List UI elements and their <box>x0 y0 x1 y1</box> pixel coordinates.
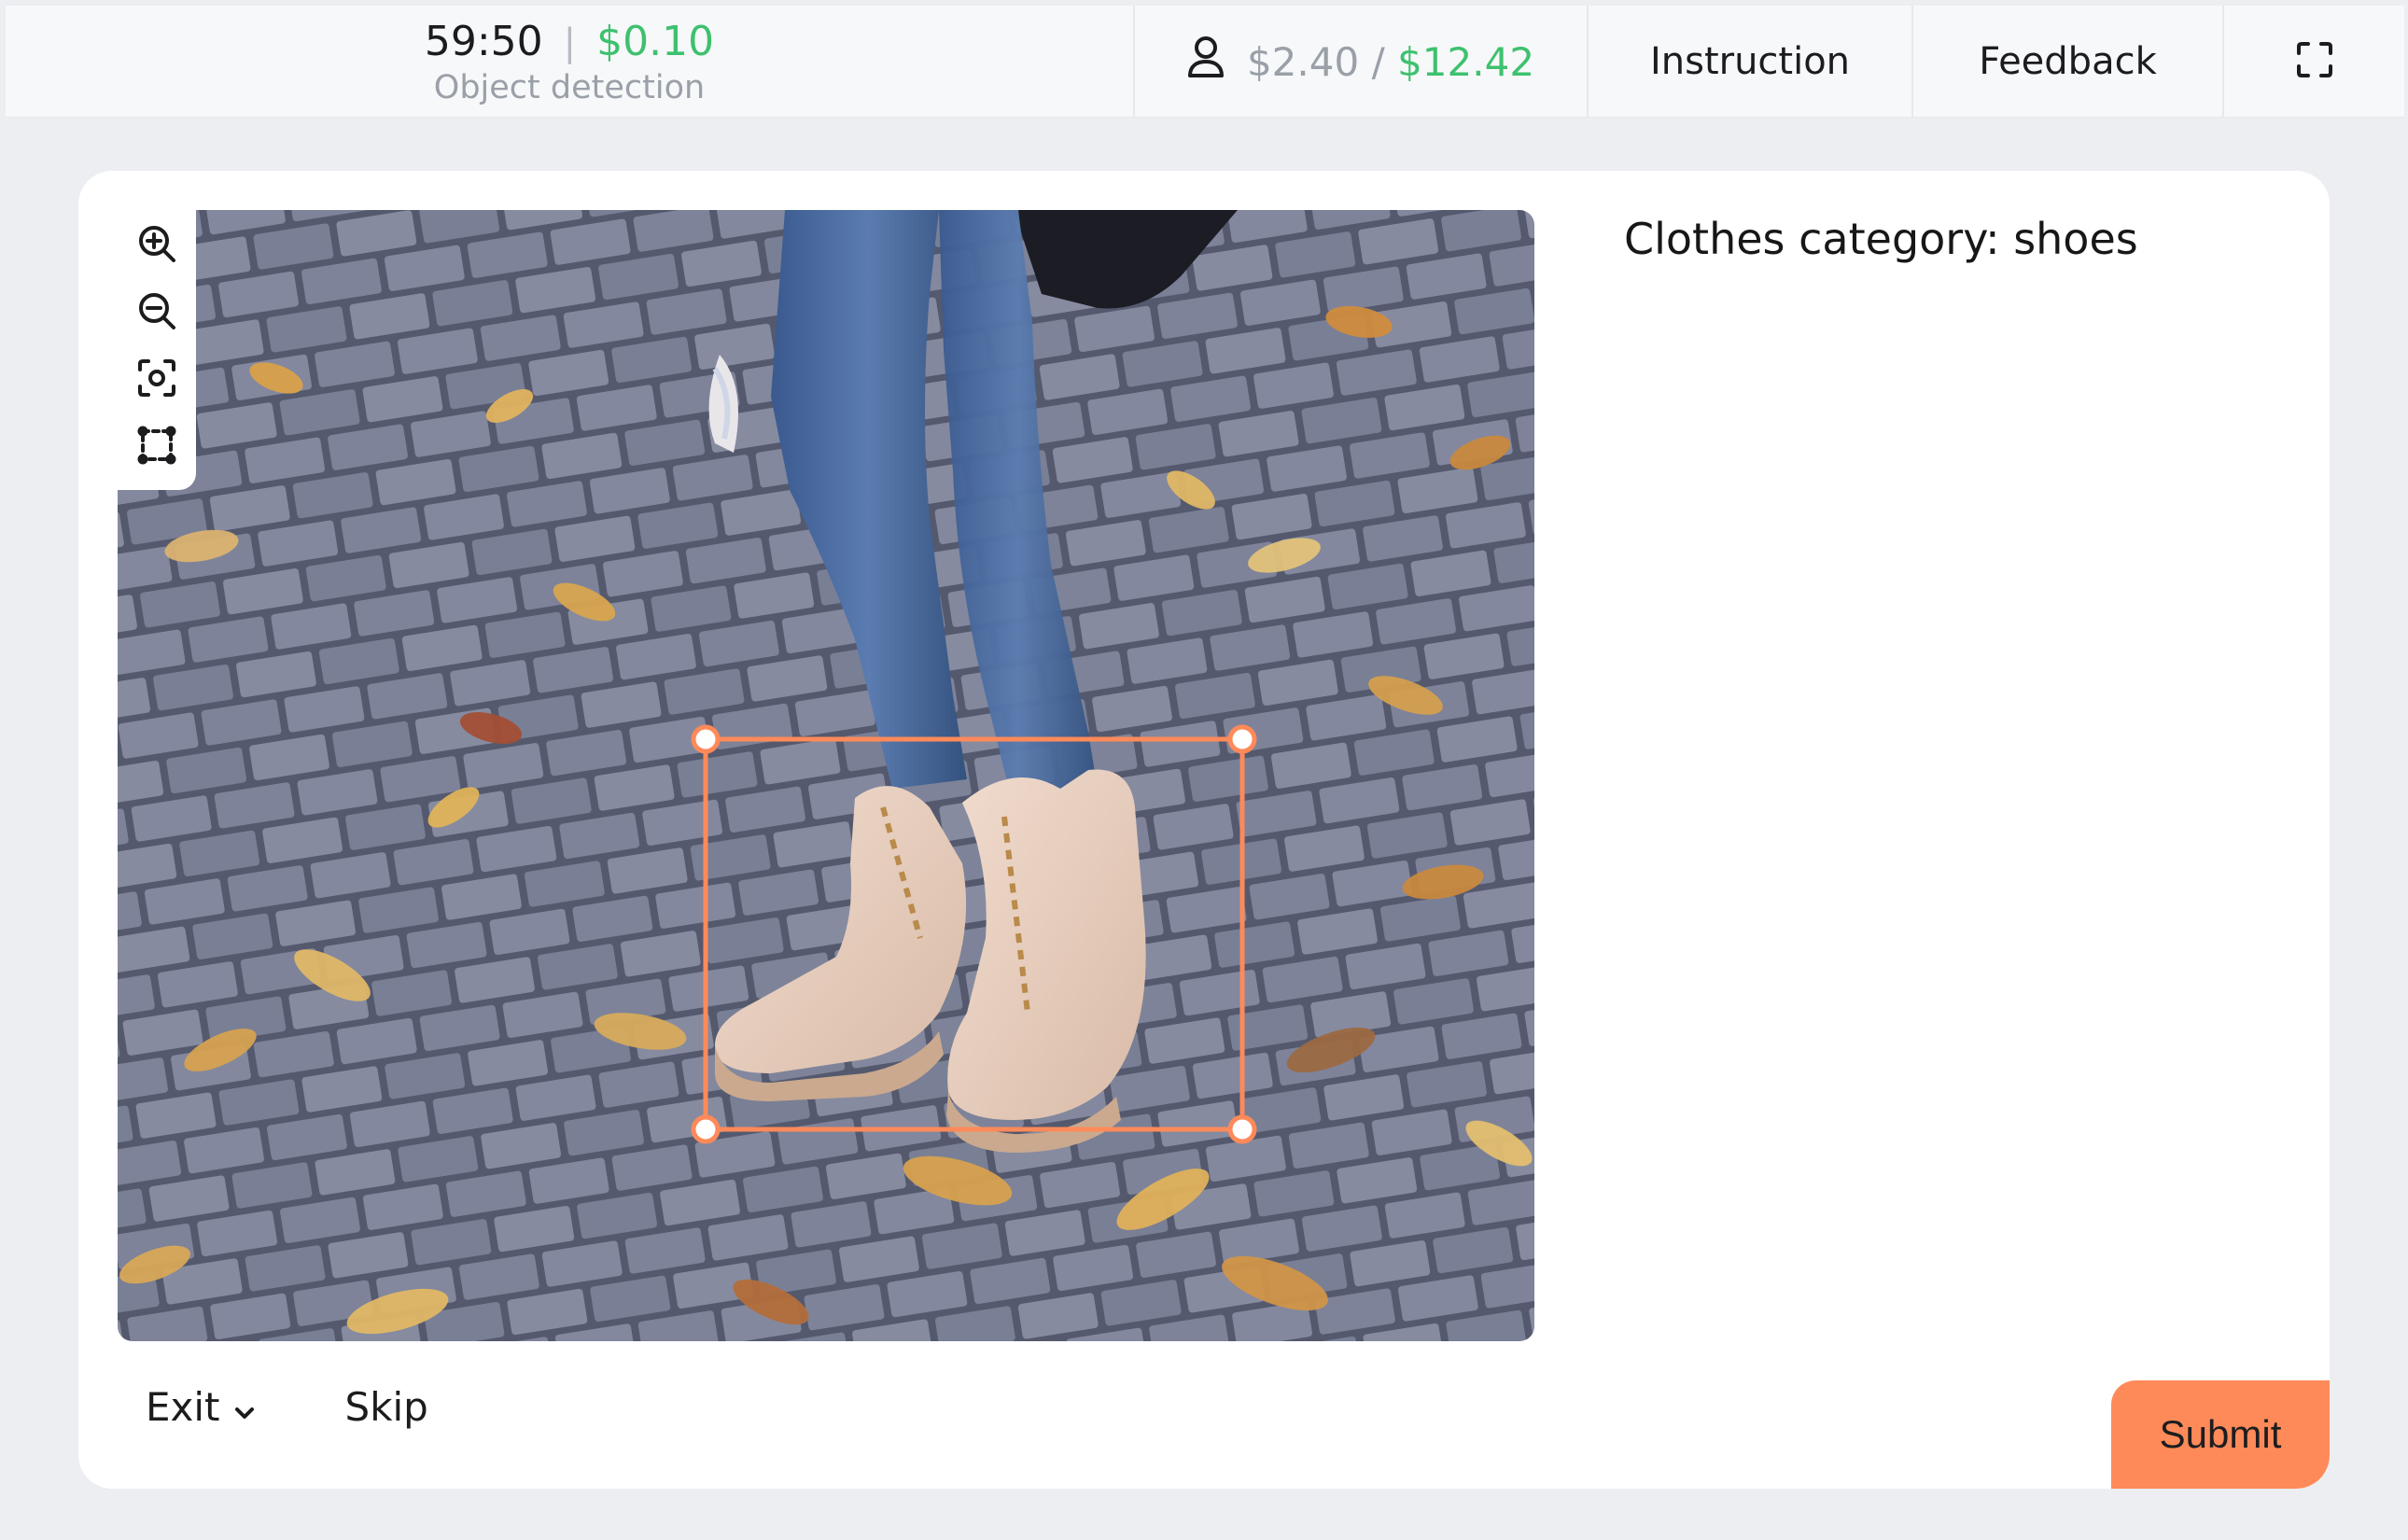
zoom-in-button[interactable] <box>123 212 190 279</box>
earnings-separator: / <box>1371 38 1385 85</box>
total-amount: $12.42 <box>1397 38 1535 85</box>
instruction-button[interactable]: Instruction <box>1589 6 1913 118</box>
bounding-box-tool-button[interactable] <box>123 413 190 481</box>
zoom-in-icon <box>136 223 177 268</box>
task-type: Object detection <box>433 68 706 106</box>
focus-button[interactable] <box>123 346 190 413</box>
bbox-handle-bottom-right[interactable] <box>1227 1114 1257 1144</box>
earnings-display[interactable]: $2.40 / $12.42 <box>1135 6 1589 118</box>
bbox-handle-top-right[interactable] <box>1227 724 1257 754</box>
bbox-handle-bottom-left[interactable] <box>691 1114 721 1144</box>
task-reward: $0.10 <box>596 17 715 65</box>
zoom-out-icon <box>136 290 177 335</box>
focus-icon <box>136 357 177 402</box>
bounding-box-icon <box>136 425 177 469</box>
category-label: Clothes category: shoes <box>1624 214 2138 264</box>
bbox-handle-top-left[interactable] <box>691 724 721 754</box>
timer-separator: | <box>563 21 577 64</box>
task-info: 59:50 | $0.10 Object detection <box>6 6 1135 118</box>
feedback-button[interactable]: Feedback <box>1913 6 2224 118</box>
zoom-out-button[interactable] <box>123 279 190 346</box>
task-timer-row: 59:50 | $0.10 <box>425 18 714 67</box>
submit-button[interactable]: Submit <box>2111 1380 2330 1489</box>
exit-label: Exit <box>146 1384 220 1430</box>
feedback-label: Feedback <box>1979 40 2157 83</box>
annotation-canvas[interactable] <box>118 210 1534 1341</box>
instruction-label: Instruction <box>1649 40 1851 83</box>
footer-actions: Exit Skip <box>146 1384 428 1430</box>
user-icon <box>1187 35 1225 88</box>
annotation-toolbar <box>118 210 196 490</box>
task-timer: 59:50 <box>424 17 543 65</box>
skip-button[interactable]: Skip <box>345 1384 428 1430</box>
earned-amount: $2.40 <box>1246 38 1360 85</box>
exit-button[interactable]: Exit <box>146 1384 256 1430</box>
fullscreen-icon <box>2296 41 2333 82</box>
chevron-down-icon <box>233 1384 256 1430</box>
top-bar: 59:50 | $0.10 Object detection $2.40 / $… <box>6 6 2404 118</box>
annotation-image[interactable] <box>118 210 1534 1341</box>
task-card: Clothes category: shoes Exit Skip Submit <box>78 171 2330 1489</box>
fullscreen-button[interactable] <box>2224 6 2404 118</box>
